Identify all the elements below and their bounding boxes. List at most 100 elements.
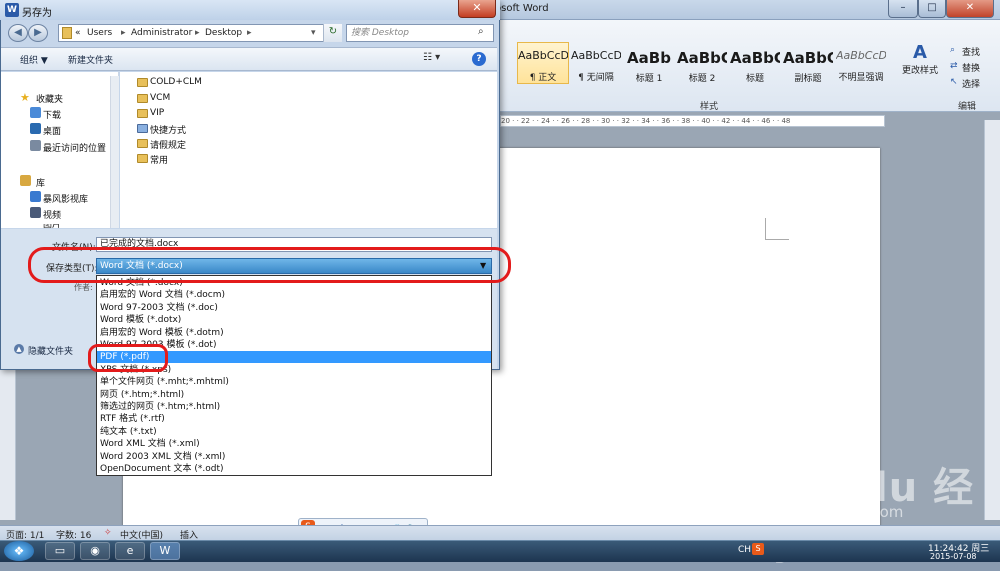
back-arrow-icon[interactable]: ◀ bbox=[8, 24, 28, 42]
annotation-circle bbox=[88, 344, 168, 372]
style-preview: AaBbCcDd bbox=[518, 49, 568, 62]
dropdown-option[interactable]: 网页 (*.htm;*.html) bbox=[97, 389, 491, 401]
edit-item[interactable]: 替换 bbox=[962, 61, 980, 74]
dropdown-option[interactable]: Word 2003 XML 文档 (*.xml) bbox=[97, 451, 491, 463]
dropdown-option[interactable]: Word XML 文档 (*.xml) bbox=[97, 438, 491, 450]
list-item[interactable]: VCM bbox=[150, 93, 170, 103]
download-icon bbox=[30, 107, 41, 118]
chevron-right-icon[interactable]: ▸ bbox=[121, 25, 126, 41]
chevron-right-icon[interactable]: ▸ bbox=[195, 25, 200, 41]
forward-arrow-icon[interactable]: ▶ bbox=[28, 24, 48, 42]
author-label: 作者: bbox=[74, 283, 93, 292]
list-item[interactable]: 请假规定 bbox=[150, 138, 186, 151]
dropdown-option[interactable]: 筛选过的网页 (*.htm;*.html) bbox=[97, 401, 491, 413]
dropdown-option[interactable]: 纯文本 (*.txt) bbox=[97, 426, 491, 438]
tray-language[interactable]: CH bbox=[738, 545, 751, 555]
dropdown-option[interactable]: 单个文件网页 (*.mht;*.mhtml) bbox=[97, 376, 491, 388]
nav-libraries[interactable]: 库 bbox=[36, 176, 45, 189]
search-icon[interactable]: ⌕ bbox=[478, 26, 484, 37]
savetype-dropdown-list[interactable]: Word 文档 (*.docx) 启用宏的 Word 文档 (*.docm) Wor… bbox=[96, 275, 492, 476]
style-preview: AaBbC bbox=[730, 49, 780, 67]
chevron-down-icon[interactable]: ▾ bbox=[311, 25, 316, 41]
breadcrumb-desktop[interactable]: Desktop bbox=[205, 25, 242, 41]
edit-item[interactable]: 选择 bbox=[962, 77, 980, 90]
dialog-titlebar[interactable] bbox=[0, 0, 500, 20]
word-title: osoft Word bbox=[495, 3, 549, 14]
ie-icon[interactable]: e bbox=[115, 542, 145, 560]
minimize-button[interactable]: – bbox=[888, 0, 918, 18]
dialog-close-button[interactable]: ✕ bbox=[458, 0, 496, 18]
edit-group-label: 编辑 bbox=[958, 102, 977, 112]
style-item[interactable]: AaBbC 副标题 bbox=[782, 42, 834, 84]
watermark-url: jingyan.baidu.com bbox=[765, 503, 904, 521]
annotation-circle bbox=[28, 247, 511, 283]
folder-icon bbox=[62, 27, 72, 39]
chevron-right-icon[interactable]: ▸ bbox=[247, 25, 252, 41]
recent-places-icon bbox=[30, 140, 41, 151]
video-library-icon bbox=[30, 191, 41, 202]
maximize-button[interactable]: □ bbox=[918, 0, 946, 18]
edit-item[interactable]: 查找 bbox=[962, 45, 980, 58]
address-bar[interactable]: « Users ▸ Administrator ▸ Desktop ▸ ▾ bbox=[58, 24, 342, 42]
folder-icon bbox=[137, 154, 148, 163]
style-item[interactable]: AaBbC 标题 2 bbox=[676, 42, 728, 84]
windows-logo-icon[interactable]: ❖ bbox=[4, 541, 34, 561]
dropdown-option[interactable]: Word 模板 (*.dotx) bbox=[97, 314, 491, 326]
dropdown-option[interactable]: OpenDocument 文本 (*.odt) bbox=[97, 463, 491, 475]
search-input[interactable]: 搜索 Desktop bbox=[346, 24, 494, 42]
style-item[interactable]: AaBbCcDd 不明显强调 bbox=[835, 42, 887, 84]
select-icon[interactable]: ↖ bbox=[950, 77, 958, 87]
hide-folders-button[interactable]: 隐藏文件夹 bbox=[28, 344, 73, 357]
close-button[interactable]: ✕ bbox=[946, 0, 994, 18]
word-icon[interactable]: W bbox=[150, 542, 180, 560]
style-item[interactable]: AaBbCcDd ¶ 正文 bbox=[517, 42, 569, 84]
dropdown-option[interactable]: 启用宏的 Word 文档 (*.docm) bbox=[97, 289, 491, 301]
chrome-icon[interactable]: ◉ bbox=[80, 542, 110, 560]
list-item[interactable]: 常用 bbox=[150, 153, 168, 166]
style-item[interactable]: AaBbC 标题 bbox=[729, 42, 781, 84]
list-item[interactable]: VIP bbox=[150, 108, 164, 118]
clock-date[interactable]: 2015-07-08 bbox=[930, 552, 977, 561]
style-label: ¶ 正文 bbox=[529, 73, 557, 83]
style-item[interactable]: AaBb 标题 1 bbox=[623, 42, 675, 84]
style-item[interactable]: AaBbCcDd ¶ 无间隔 bbox=[570, 42, 622, 84]
nav-item-baofeng[interactable]: 暴风影视库 bbox=[43, 192, 88, 205]
dialog-title: 另存为 bbox=[22, 8, 52, 19]
nav-item-recent[interactable]: 最近访问的位置 bbox=[43, 141, 106, 154]
breadcrumb-administrator[interactable]: Administrator bbox=[131, 25, 192, 41]
list-item[interactable]: COLD+CLM bbox=[150, 77, 202, 87]
style-label: 标题 bbox=[745, 74, 764, 84]
nav-scrollbar[interactable] bbox=[110, 76, 119, 228]
nav-item-videos[interactable]: 视频 bbox=[43, 208, 61, 221]
style-label: 副标题 bbox=[794, 74, 822, 84]
spellcheck-icon[interactable]: ✧ bbox=[104, 528, 112, 538]
refresh-icon[interactable]: ↻ bbox=[323, 24, 342, 42]
tray-sogou-icon[interactable]: S bbox=[752, 543, 764, 555]
dropdown-option[interactable]: 启用宏的 Word 模板 (*.dotm) bbox=[97, 327, 491, 339]
styles-group-label: 样式 bbox=[700, 102, 719, 112]
view-options-icon[interactable]: ☷ ▾ bbox=[423, 52, 440, 63]
list-item[interactable]: 快捷方式 bbox=[150, 123, 186, 136]
explorer-icon[interactable]: ▭ bbox=[45, 542, 75, 560]
style-label: 标题 1 bbox=[635, 74, 663, 84]
desktop-icon bbox=[30, 123, 41, 134]
folder-icon bbox=[137, 139, 148, 148]
dropdown-option[interactable]: RTF 格式 (*.rtf) bbox=[97, 413, 491, 425]
organize-button[interactable]: 组织 ▼ bbox=[20, 53, 48, 66]
video-icon bbox=[30, 207, 41, 218]
folder-icon bbox=[137, 94, 148, 103]
nav-item-downloads[interactable]: 下载 bbox=[43, 108, 61, 121]
change-styles-button[interactable]: A 更改样式 bbox=[898, 42, 942, 76]
nav-item-desktop[interactable]: 桌面 bbox=[43, 124, 61, 137]
help-icon[interactable]: ? bbox=[472, 52, 486, 66]
nav-favorites[interactable]: 收藏夹 bbox=[36, 92, 63, 105]
style-label: ¶ 无间隔 bbox=[578, 73, 614, 83]
new-folder-button[interactable]: 新建文件夹 bbox=[68, 53, 113, 66]
folder-icon bbox=[137, 109, 148, 118]
style-preview: AaBbCcDd bbox=[836, 49, 886, 62]
collapse-up-icon[interactable]: ▲ bbox=[14, 344, 24, 354]
dropdown-option[interactable]: Word 97-2003 文档 (*.doc) bbox=[97, 302, 491, 314]
replace-icon[interactable]: ⇄ bbox=[950, 61, 958, 71]
find-icon[interactable]: ⌕ bbox=[950, 45, 955, 55]
breadcrumb-users[interactable]: Users bbox=[87, 25, 112, 41]
